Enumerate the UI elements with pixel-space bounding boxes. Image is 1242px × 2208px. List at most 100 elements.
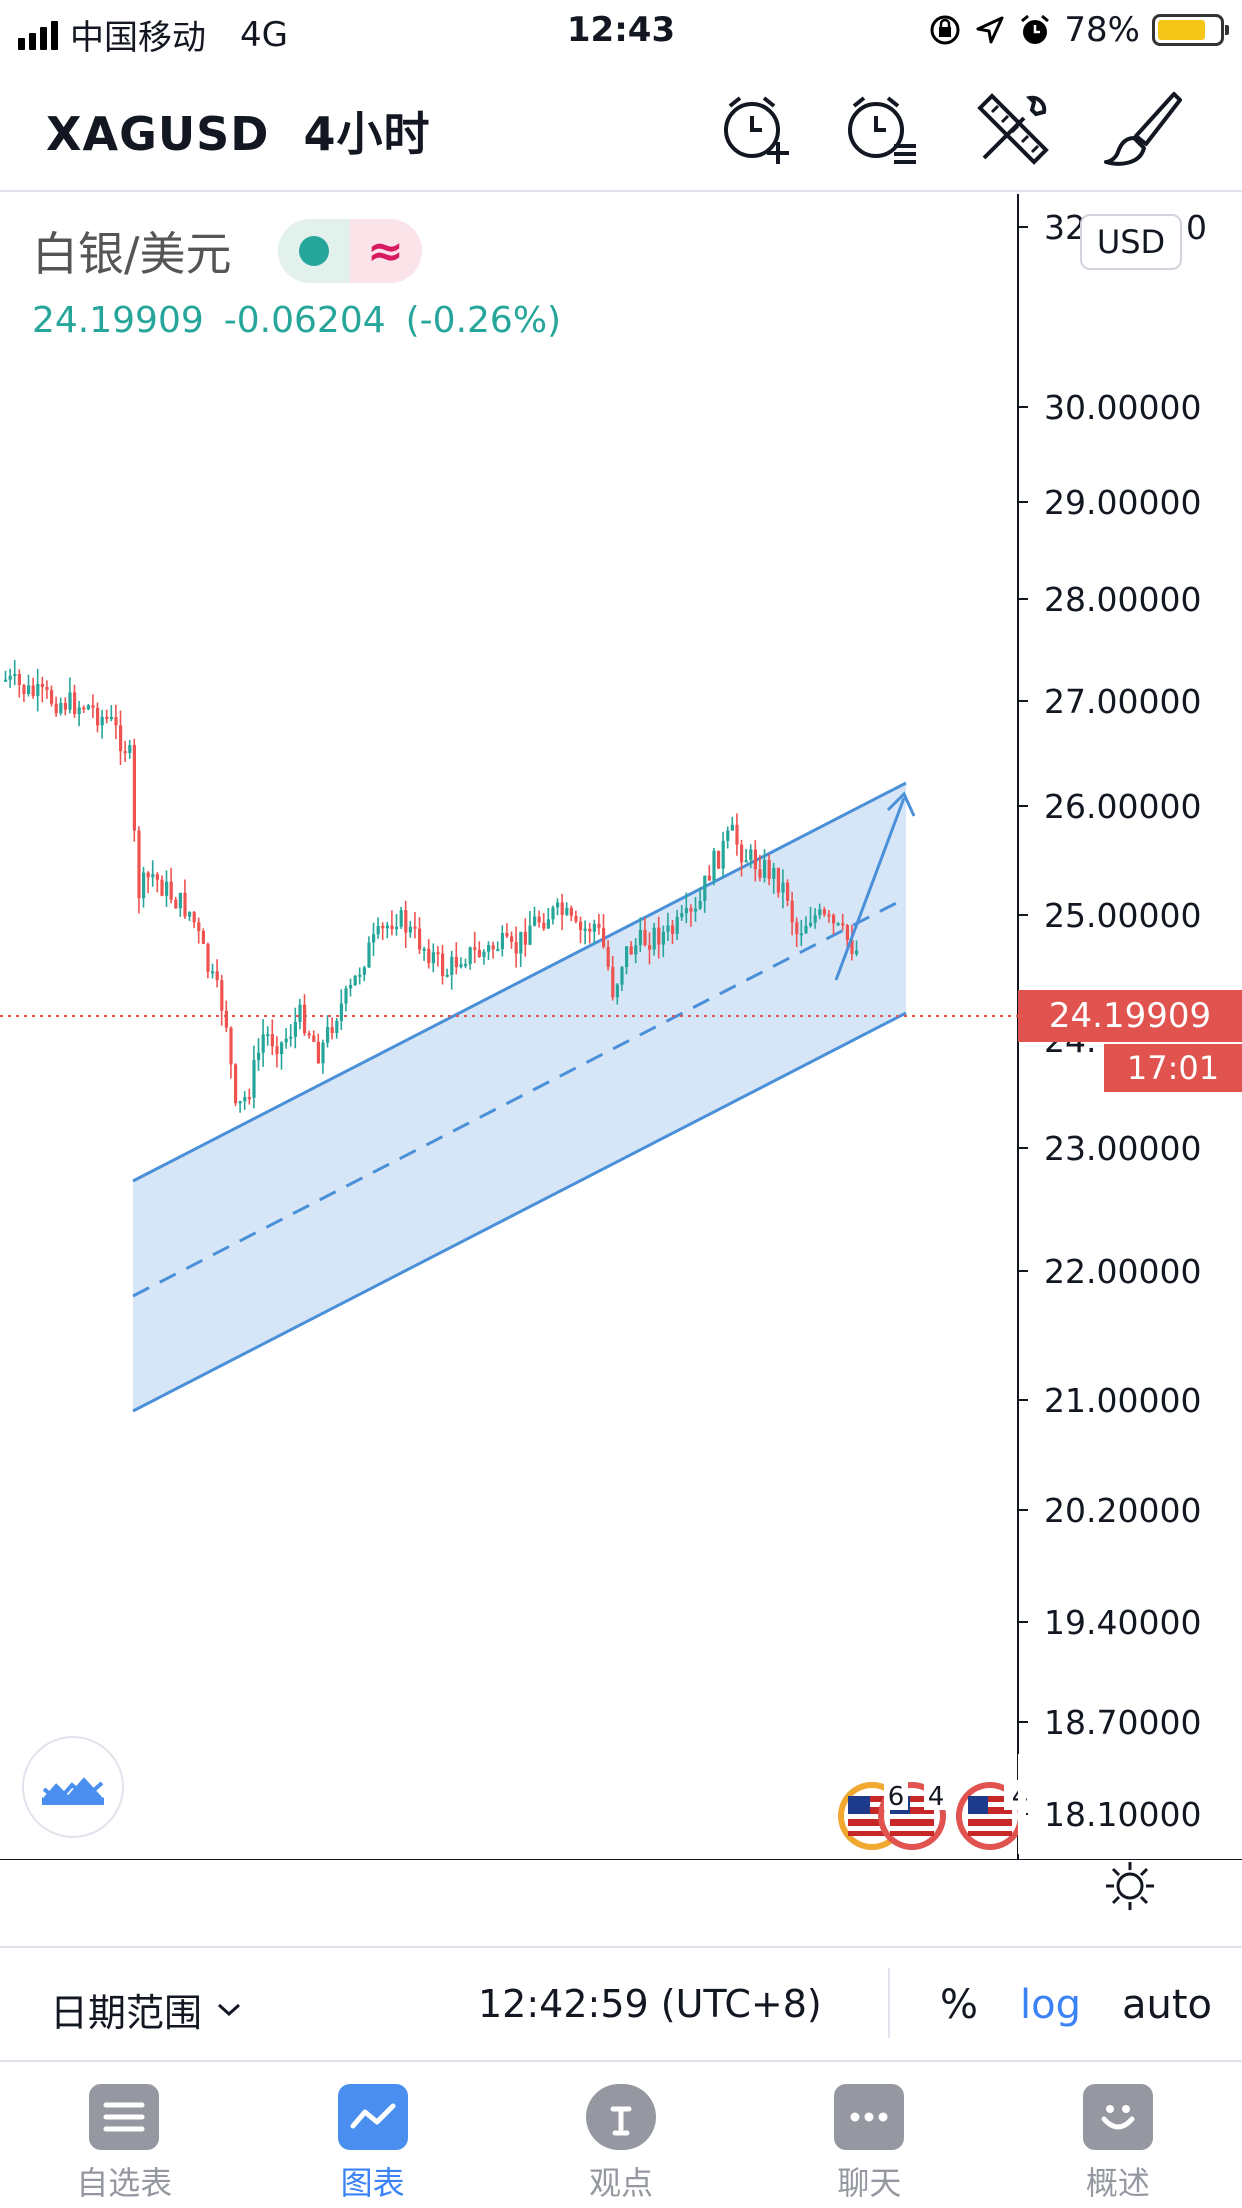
candle-body <box>22 685 26 695</box>
candle-body <box>482 951 486 957</box>
price-tick-label: 29.00000 <box>1044 483 1201 522</box>
candle-body <box>496 949 500 952</box>
candle-body <box>588 928 592 932</box>
candle-body <box>790 900 794 923</box>
tools-icon <box>977 93 1049 165</box>
price-tick-label: 22.00000 <box>1044 1252 1201 1291</box>
compare-button[interactable] <box>22 1736 124 1838</box>
tab-label: 概述 <box>1085 2164 1150 2202</box>
candle-body <box>54 703 58 714</box>
candle-body <box>280 1042 284 1055</box>
candle-body <box>40 683 44 688</box>
drawing-tools-button[interactable] <box>970 86 1054 170</box>
candle-body <box>17 673 21 686</box>
interval-label[interactable]: 4小时 <box>304 107 431 161</box>
candle-body <box>776 867 780 893</box>
chevron-down-icon <box>218 2003 241 2016</box>
alert-list-button[interactable] <box>840 86 924 170</box>
candle-body <box>763 859 767 878</box>
tab-chat[interactable]: 聊天 <box>745 2064 993 2208</box>
chart-area[interactable]: 32 30.00000 29.00000 28.00000 27.00000 26.000… <box>0 194 1242 1910</box>
candle-body <box>192 912 196 923</box>
candle-body <box>91 705 95 708</box>
candle-body <box>431 952 435 964</box>
candle-body <box>349 985 353 989</box>
candle-body <box>188 912 192 917</box>
candle-body <box>257 1052 261 1061</box>
candle-body <box>454 956 458 968</box>
range-bar: 日期范围 12:42:59 (UTC+8) % log auto <box>0 1946 1242 2062</box>
candle-body <box>155 874 159 880</box>
candle-body <box>799 933 803 936</box>
candle-body <box>261 1034 265 1053</box>
candle-body <box>473 947 477 951</box>
tab-watchlist[interactable]: 自选表 <box>0 2064 248 2208</box>
tab-label: 自选表 <box>76 2164 173 2202</box>
approx-icon: ≈ <box>367 225 404 277</box>
candle-body <box>523 931 527 945</box>
candle-body <box>270 1034 274 1047</box>
candle-body <box>845 925 849 941</box>
percent-scale-toggle[interactable]: % <box>940 1982 978 2028</box>
candle-body <box>652 927 656 950</box>
timezone-clock[interactable]: 12:42:59 (UTC+8) <box>478 1982 822 2026</box>
candle-body <box>312 1035 316 1042</box>
candle-body <box>542 922 546 929</box>
candle-body <box>781 882 785 893</box>
candle-body <box>376 926 380 935</box>
candle-body <box>142 872 146 899</box>
brush-button[interactable] <box>1100 86 1184 170</box>
auto-scale-toggle[interactable]: auto <box>1122 1982 1212 2028</box>
price-tick-label: 18.70000 <box>1044 1703 1201 1742</box>
status-bar: 中国移动 4G 12:43 78% <box>0 0 1242 62</box>
candle-body <box>459 964 463 968</box>
log-scale-toggle[interactable]: log <box>1020 1982 1081 2028</box>
price-tick-label: 20.20000 <box>1044 1491 1201 1530</box>
candle-body <box>372 934 376 943</box>
tab-overview[interactable]: 概述 <box>994 2064 1242 2208</box>
chart-settings-button[interactable] <box>1104 1860 1156 1912</box>
symbol-title[interactable]: XAGUSD 4小时 <box>46 98 431 164</box>
economic-events[interactable]: 6 4 4 <box>838 1780 1028 1850</box>
candle-body <box>813 915 817 923</box>
candle-body <box>707 875 711 881</box>
candle-body <box>491 945 495 950</box>
candle-body <box>339 1003 343 1021</box>
overview-icon <box>1082 2084 1153 2150</box>
candle-body <box>31 685 35 696</box>
bottom-tab-bar: 自选表 图表 观点 聊天 概述 <box>0 2064 1242 2208</box>
candle-body <box>597 923 601 928</box>
tab-label: 观点 <box>589 2164 654 2202</box>
candle-body <box>132 745 136 831</box>
candle-body <box>326 1027 330 1043</box>
currency-badge[interactable]: USD <box>1080 214 1182 270</box>
tab-chart[interactable]: 图表 <box>248 2064 496 2208</box>
candle-body <box>615 984 619 998</box>
candle-body <box>234 1064 238 1104</box>
candle-body <box>68 692 72 710</box>
price-tick-label: 25.00000 <box>1044 896 1201 935</box>
last-price-label: 24.19909 <box>1018 990 1242 1042</box>
legend-change: -0.06204 <box>223 300 386 341</box>
date-range-button[interactable]: 日期范围 <box>50 1982 242 2037</box>
date-range-label: 日期范围 <box>50 1991 203 2035</box>
delayed-data-button[interactable]: ≈ <box>349 219 422 283</box>
candle-body <box>252 1060 256 1098</box>
candle-body <box>510 936 514 942</box>
candle-body <box>753 849 757 870</box>
battery-icon <box>1152 14 1229 46</box>
price-tick-label: 27.00000 <box>1044 682 1201 721</box>
market-open-icon <box>298 236 329 266</box>
candle-body <box>100 716 104 726</box>
candle-body <box>767 859 771 879</box>
candle-body <box>404 910 408 933</box>
candle-body <box>772 867 776 879</box>
legend-toggle[interactable]: ≈ <box>277 219 422 283</box>
candle-body <box>684 908 688 914</box>
tab-ideas[interactable]: 观点 <box>497 2064 745 2208</box>
candle-body <box>289 1036 293 1039</box>
candle-body <box>500 933 504 950</box>
market-status-button[interactable] <box>277 219 350 283</box>
add-alert-button[interactable] <box>714 86 798 170</box>
candle-body <box>146 872 150 878</box>
